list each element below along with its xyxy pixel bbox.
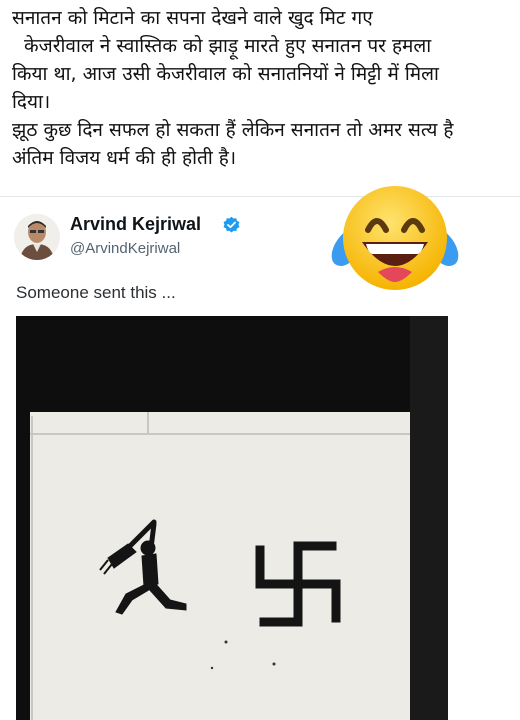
verified-badge-icon xyxy=(223,216,240,233)
caption-line: किया था, आज उसी केजरीवाल को सनातनियों ने… xyxy=(12,63,439,85)
author-name[interactable]: Arvind Kejriwal xyxy=(70,214,201,235)
author-handle[interactable]: @ArvindKejriwal xyxy=(70,240,180,257)
tweet-text: Someone sent this ... xyxy=(16,283,176,302)
avatar[interactable] xyxy=(14,214,60,260)
caption-line: सनातन को मिटाने का सपना देखने वाले खुद म… xyxy=(12,7,373,29)
tweet-photo[interactable] xyxy=(16,316,448,720)
caption-line: झूठ कुछ दिन सफल हो सकता हैं लेकिन सनातन … xyxy=(12,119,454,141)
caption-line: दिया। xyxy=(12,91,51,113)
laughing-with-tears-emoji-icon xyxy=(331,186,459,290)
caption-line: केजरीवाल ने स्वास्तिक को झाड़ू मारते हुए… xyxy=(24,35,432,57)
avatar-portrait-icon xyxy=(14,214,60,260)
caption-line: अंतिम विजय धर्म की ही होती है। xyxy=(12,147,237,169)
tweet-header: Arvind Kejriwal @ArvindKejriwal xyxy=(14,210,314,264)
graffiti-photo-illustration xyxy=(16,316,448,720)
post-caption: सनातन को मिटाने का सपना देखने वाले खुद म… xyxy=(12,4,512,172)
